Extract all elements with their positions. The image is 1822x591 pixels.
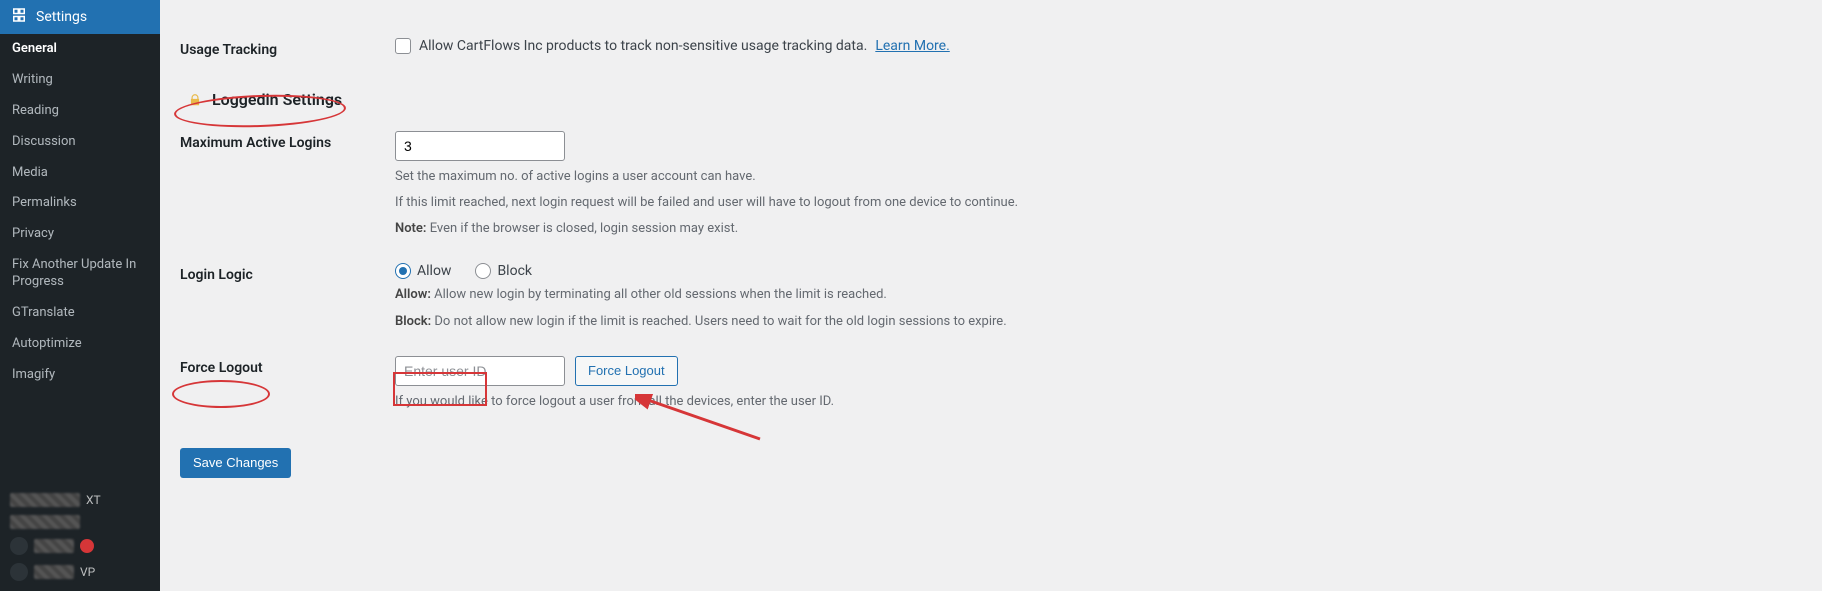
- sidebar-item-reading[interactable]: Reading: [0, 96, 160, 127]
- row-max-active-logins: Maximum Active Logins Set the maximum no…: [180, 113, 1802, 245]
- sidebar-obscured-item[interactable]: [10, 511, 150, 533]
- sidebar-item-imagify[interactable]: Imagify: [0, 360, 160, 391]
- notification-badge-icon: [80, 539, 94, 553]
- sidebar-item-discussion[interactable]: Discussion: [0, 127, 160, 158]
- label-login-logic: Login Logic: [180, 263, 395, 283]
- sidebar-item-media[interactable]: Media: [0, 158, 160, 189]
- save-changes-button[interactable]: Save Changes: [180, 448, 291, 478]
- note-text: Even if the browser is closed, login ses…: [426, 221, 738, 236]
- radio-block-label: Block: [497, 263, 532, 279]
- allow-text: Allow new login by terminating all other…: [431, 287, 887, 302]
- sidebar-obscured-suffix: XT: [86, 493, 101, 507]
- plugin-icon: [10, 563, 28, 581]
- usage-tracking-checkbox-label[interactable]: Allow CartFlows Inc products to track no…: [395, 38, 1175, 54]
- desc-max-logins-note: Note: Even if the browser is closed, log…: [395, 219, 1175, 239]
- sidebar-item-writing[interactable]: Writing: [0, 65, 160, 96]
- sidebar-obscured-item[interactable]: [10, 533, 150, 559]
- sidebar-item-permalinks[interactable]: Permalinks: [0, 188, 160, 219]
- input-max-active-logins[interactable]: [395, 131, 565, 161]
- force-logout-button[interactable]: Force Logout: [575, 356, 678, 386]
- active-menu-arrow-icon: [160, 8, 169, 26]
- checkbox-usage-tracking[interactable]: [395, 38, 411, 54]
- allow-label: Allow:: [395, 287, 431, 302]
- desc-max-logins-1: Set the maximum no. of active logins a u…: [395, 167, 1175, 187]
- input-user-id[interactable]: [395, 356, 565, 386]
- desc-force-logout: If you would like to force logout a user…: [395, 392, 1175, 412]
- radio-block[interactable]: Block: [475, 263, 532, 279]
- label-max-active-logins: Maximum Active Logins: [180, 131, 395, 151]
- label-usage-tracking: Usage Tracking: [180, 38, 395, 58]
- sidebar-item-autoptimize[interactable]: Autoptimize: [0, 329, 160, 360]
- row-usage-tracking: Usage Tracking Allow CartFlows Inc produ…: [180, 0, 1802, 64]
- sidebar-title: Settings: [36, 9, 87, 25]
- usage-tracking-text: Allow CartFlows Inc products to track no…: [419, 38, 867, 54]
- sidebar-obscured-suffix: VP: [80, 565, 95, 579]
- sidebar-section-settings[interactable]: Settings: [0, 0, 160, 34]
- desc-allow: Allow: Allow new login by terminating al…: [395, 285, 1175, 305]
- plugin-icon: [10, 537, 28, 555]
- section-title-text: Loggedin Settings: [212, 90, 342, 109]
- sidebar-item-general[interactable]: General: [0, 34, 160, 65]
- block-text: Do not allow new login if the limit is r…: [431, 314, 1006, 329]
- sidebar-obscured-item[interactable]: VP: [10, 559, 150, 585]
- label-force-logout: Force Logout: [180, 356, 395, 376]
- radio-allow-indicator[interactable]: [395, 263, 411, 279]
- sidebar-item-privacy[interactable]: Privacy: [0, 219, 160, 250]
- sidebar-obscured-item[interactable]: XT: [10, 489, 150, 511]
- sidebar-submenu: General Writing Reading Discussion Media…: [0, 34, 160, 391]
- radio-allow-label: Allow: [417, 263, 451, 279]
- row-force-logout: Force Logout Force Logout If you would l…: [180, 338, 1802, 418]
- radio-allow[interactable]: Allow: [395, 263, 451, 279]
- settings-icon: [10, 6, 36, 28]
- section-loggedin-settings: Loggedin Settings: [180, 86, 354, 113]
- sidebar-item-fix-update[interactable]: Fix Another Update In Progress: [0, 250, 160, 298]
- note-label: Note:: [395, 221, 426, 236]
- radio-block-indicator[interactable]: [475, 263, 491, 279]
- row-login-logic: Login Logic Allow Block Allow: Allow new…: [180, 245, 1802, 337]
- block-label: Block:: [395, 314, 431, 329]
- learn-more-link[interactable]: Learn More.: [875, 38, 949, 54]
- sidebar-obscured-items: XT VP: [0, 483, 160, 591]
- desc-block: Block: Do not allow new login if the lim…: [395, 312, 1175, 332]
- settings-form: Usage Tracking Allow CartFlows Inc produ…: [160, 0, 1822, 591]
- lock-icon: [186, 91, 204, 109]
- admin-sidebar: Settings General Writing Reading Discuss…: [0, 0, 160, 591]
- desc-max-logins-2: If this limit reached, next login reques…: [395, 193, 1175, 213]
- sidebar-item-gtranslate[interactable]: GTranslate: [0, 298, 160, 329]
